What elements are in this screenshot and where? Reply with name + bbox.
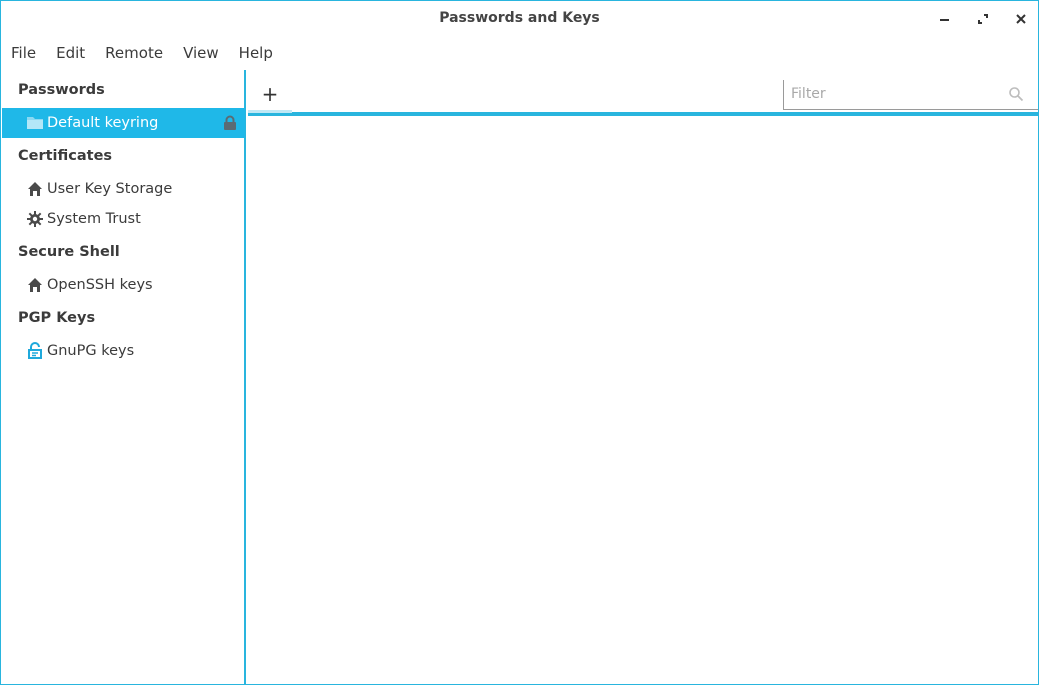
gnupg-icon — [26, 342, 44, 360]
section-header-secure-shell: Secure Shell — [18, 244, 120, 260]
add-label: + — [261, 82, 279, 106]
search-icon — [1008, 86, 1024, 106]
window-title: Passwords and Keys — [439, 10, 600, 26]
toolbar: + — [248, 70, 1038, 116]
add-button[interactable]: + — [248, 76, 292, 113]
title-bar: Passwords and Keys — [1, 1, 1038, 37]
sidebar-item-user-key-storage[interactable]: User Key Storage — [2, 174, 245, 204]
sidebar-item-openssh-keys[interactable]: OpenSSH keys — [2, 270, 245, 300]
sidebar-item-label: GnuPG keys — [47, 343, 135, 359]
close-icon — [1016, 14, 1026, 24]
gear-icon — [26, 210, 44, 228]
sidebar-item-gnupg-keys[interactable]: GnuPG keys — [2, 336, 245, 366]
sidebar-item-label: User Key Storage — [47, 181, 173, 197]
filter-box — [783, 80, 1038, 110]
maximize-icon — [978, 14, 988, 24]
section-header-pgp-keys: PGP Keys — [18, 310, 96, 326]
section-header-passwords: Passwords — [18, 82, 105, 98]
maximize-button[interactable] — [973, 9, 993, 29]
sidebar-item-label: OpenSSH keys — [47, 277, 153, 293]
section-header-certificates: Certificates — [18, 148, 113, 164]
sidebar-item-label: Default keyring — [47, 115, 159, 131]
menu-bar: File Edit Remote View Help — [1, 37, 1038, 70]
filter-input[interactable] — [784, 80, 1004, 108]
main-panel: + — [248, 70, 1038, 684]
menu-remote[interactable]: Remote — [95, 37, 173, 70]
menu-view[interactable]: View — [173, 37, 229, 70]
lock-icon[interactable] — [223, 115, 237, 135]
sidebar-item-default-keyring[interactable]: Default keyring — [2, 108, 245, 138]
sidebar: Passwords Default keyring Certificates U… — [1, 70, 246, 684]
key-list-area[interactable] — [248, 120, 1038, 684]
home-icon — [26, 180, 44, 198]
home-icon — [26, 276, 44, 294]
folder-icon — [26, 114, 44, 132]
menu-edit[interactable]: Edit — [46, 37, 95, 70]
menu-file[interactable]: File — [1, 37, 46, 70]
sidebar-item-label: System Trust — [47, 211, 141, 227]
app-window: Passwords and Keys File Edit Remote View… — [0, 0, 1039, 685]
add-button-underline — [248, 110, 292, 113]
menu-help[interactable]: Help — [229, 37, 283, 70]
sidebar-item-system-trust[interactable]: System Trust — [2, 204, 245, 234]
close-button[interactable] — [1011, 9, 1031, 29]
minimize-icon — [940, 19, 949, 21]
minimize-button[interactable] — [935, 9, 955, 29]
